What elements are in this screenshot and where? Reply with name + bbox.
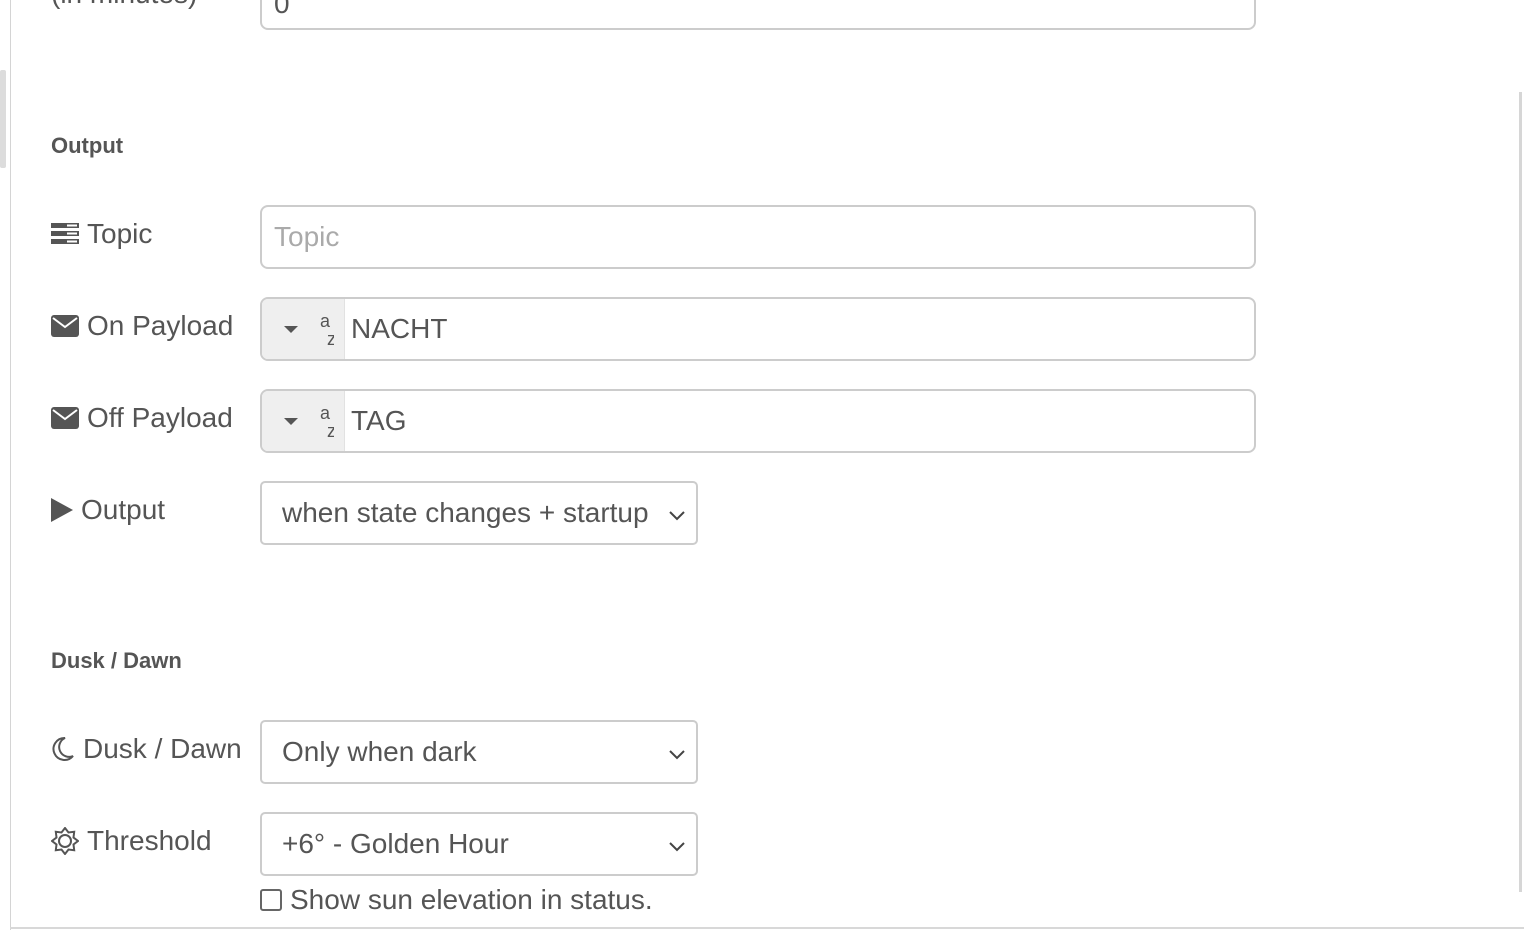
svg-text:a: a (320, 403, 331, 423)
envelope-icon (51, 315, 79, 337)
dusk-section-title: Dusk / Dawn (51, 648, 182, 673)
svg-text:z: z (327, 329, 334, 349)
string-type-icon: a z (284, 403, 334, 441)
on-payload-label: On Payload (51, 310, 233, 342)
output-select[interactable]: when state changes + startup (260, 481, 698, 545)
chevron-down-icon (668, 736, 686, 768)
on-payload-type-selector[interactable]: a z (262, 299, 345, 359)
string-type-icon: a z (284, 311, 334, 349)
sun-icon (51, 827, 79, 855)
output-label: Output (51, 494, 165, 526)
svg-text:a: a (320, 311, 331, 331)
moon-icon (51, 736, 75, 762)
on-payload-label-text: On Payload (87, 310, 234, 341)
show-elevation-label: Show sun elevation in status. (290, 884, 653, 915)
show-elevation-row[interactable]: Show sun elevation in status. (260, 884, 653, 916)
output-label-text: Output (81, 494, 166, 525)
topic-placeholder: Topic (274, 221, 340, 252)
dusk-dawn-label: Dusk / Dawn (51, 733, 242, 765)
show-elevation-checkbox[interactable] (260, 889, 282, 911)
threshold-label-text: Threshold (87, 825, 212, 856)
delay-input[interactable]: 0 (260, 0, 1256, 30)
chevron-down-icon (668, 497, 686, 529)
threshold-select[interactable]: +6° - Golden Hour (260, 812, 698, 876)
off-payload-type-selector[interactable]: a z (262, 391, 345, 451)
dusk-dawn-select[interactable]: Only when dark (260, 720, 698, 784)
tasks-icon (51, 222, 79, 246)
topic-input[interactable]: Topic (260, 205, 1256, 269)
outer-scrollbar-thumb[interactable] (0, 70, 6, 168)
envelope-icon (51, 407, 79, 429)
off-payload-label: Off Payload (51, 402, 233, 434)
topic-label-text: Topic (87, 218, 153, 249)
delay-label: (in minutes) (51, 0, 197, 10)
panel-bottom-border (10, 927, 1524, 929)
on-payload-value: NACHT (351, 313, 448, 344)
svg-text:z: z (327, 421, 334, 441)
scrollbar-thumb[interactable] (1519, 92, 1522, 892)
off-payload-input[interactable]: a z TAG (260, 389, 1256, 453)
output-section-title: Output (51, 133, 124, 158)
dusk-dawn-label-text: Dusk / Dawn (83, 733, 242, 764)
threshold-label: Threshold (51, 825, 212, 857)
topic-label: Topic (51, 218, 152, 250)
threshold-selected: +6° - Golden Hour (282, 828, 509, 859)
play-icon (51, 498, 73, 522)
chevron-down-icon (668, 828, 686, 860)
dusk-dawn-selected: Only when dark (282, 736, 477, 767)
on-payload-input[interactable]: a z NACHT (260, 297, 1256, 361)
output-selected: when state changes + startup (282, 497, 649, 528)
off-payload-value: TAG (351, 405, 407, 436)
delay-value: 0 (274, 0, 290, 19)
off-payload-label-text: Off Payload (87, 402, 233, 433)
panel-left-border (10, 0, 11, 930)
